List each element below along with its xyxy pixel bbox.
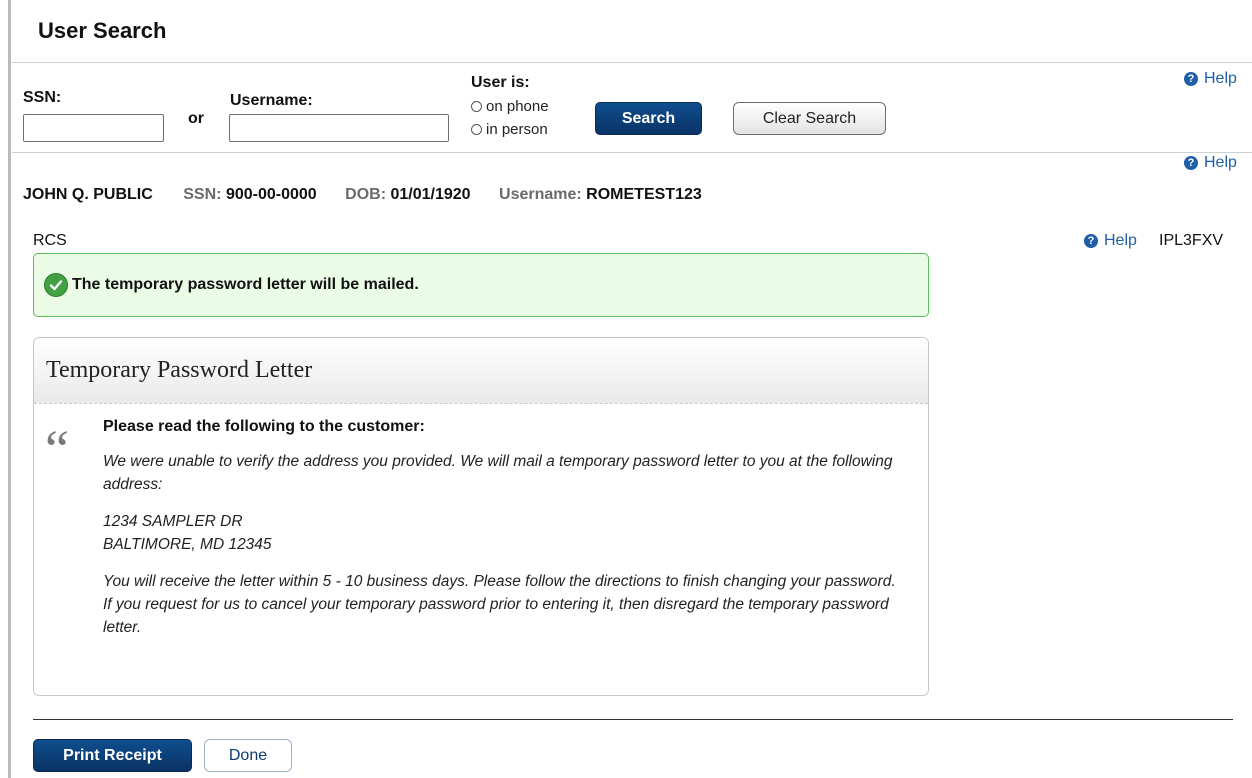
- panel-header: Temporary Password Letter: [34, 338, 928, 404]
- ssn-key: SSN:: [183, 186, 222, 203]
- dob-value: 01/01/1920: [390, 186, 471, 203]
- user-summary: JOHN Q. PUBLIC SSN: 900-00-0000 DOB: 01/…: [23, 186, 726, 204]
- letter-panel: Temporary Password Letter “ Please read …: [33, 337, 929, 696]
- print-receipt-button[interactable]: Print Receipt: [33, 739, 192, 772]
- radio-in-person-label: in person: [486, 121, 548, 138]
- username-key: Username:: [499, 186, 582, 203]
- user-help-link[interactable]: ? Help: [1184, 154, 1237, 172]
- address-line-2: BALTIMORE, MD 12345: [103, 536, 272, 553]
- username-value: ROMETEST123: [586, 186, 702, 203]
- help-icon: ?: [1184, 72, 1198, 86]
- clear-search-button[interactable]: Clear Search: [733, 102, 886, 135]
- ssn-input[interactable]: [23, 114, 164, 142]
- search-button[interactable]: Search: [595, 102, 702, 135]
- username-input[interactable]: [229, 114, 449, 142]
- radio-on-phone[interactable]: on phone: [471, 98, 549, 115]
- radio-on-phone-label: on phone: [486, 98, 549, 115]
- help-icon: ?: [1184, 156, 1198, 170]
- dob-key: DOB:: [345, 186, 387, 203]
- context-label: RCS: [33, 232, 67, 249]
- page-title: User Search: [38, 18, 167, 43]
- user-is-label: User is:: [471, 74, 530, 91]
- letter-address: 1234 SAMPLER DR BALTIMORE, MD 12345: [103, 510, 908, 556]
- footer-divider: [33, 719, 1233, 720]
- alert-message: The temporary password letter will be ma…: [72, 276, 419, 293]
- help-label: Help: [1204, 70, 1237, 87]
- help-icon: ?: [1084, 234, 1098, 248]
- search-divider: [12, 152, 1252, 153]
- success-alert: The temporary password letter will be ma…: [33, 253, 929, 317]
- left-border: [8, 0, 11, 778]
- help-label: Help: [1204, 154, 1237, 171]
- header-divider: [12, 62, 1252, 63]
- letter-paragraph-1: We were unable to verify the address you…: [103, 453, 893, 493]
- radio-in-person[interactable]: in person: [471, 121, 548, 138]
- letter-paragraph-2: You will receive the letter within 5 - 1…: [103, 573, 896, 636]
- user-name: JOHN Q. PUBLIC: [23, 186, 153, 203]
- check-circle-icon: [44, 273, 68, 297]
- radio-circle[interactable]: [471, 101, 482, 112]
- address-line-1: 1234 SAMPLER DR: [103, 513, 243, 530]
- instruction-text: Please read the following to the custome…: [103, 418, 425, 435]
- quote-icon: “: [45, 419, 69, 479]
- ssn-value: 900-00-0000: [225, 186, 317, 203]
- help-label: Help: [1104, 232, 1137, 249]
- context-help-link[interactable]: ? Help: [1084, 232, 1137, 250]
- ssn-label: SSN:: [23, 89, 62, 106]
- username-label: Username:: [230, 92, 313, 109]
- panel-title: Temporary Password Letter: [46, 357, 313, 383]
- radio-circle[interactable]: [471, 124, 482, 135]
- panel-body: Please read the following to the custome…: [103, 418, 908, 653]
- search-help-link[interactable]: ? Help: [1184, 70, 1237, 88]
- screen-code: IPL3FXV: [1159, 232, 1224, 249]
- or-text: or: [188, 110, 204, 127]
- done-button[interactable]: Done: [204, 739, 292, 772]
